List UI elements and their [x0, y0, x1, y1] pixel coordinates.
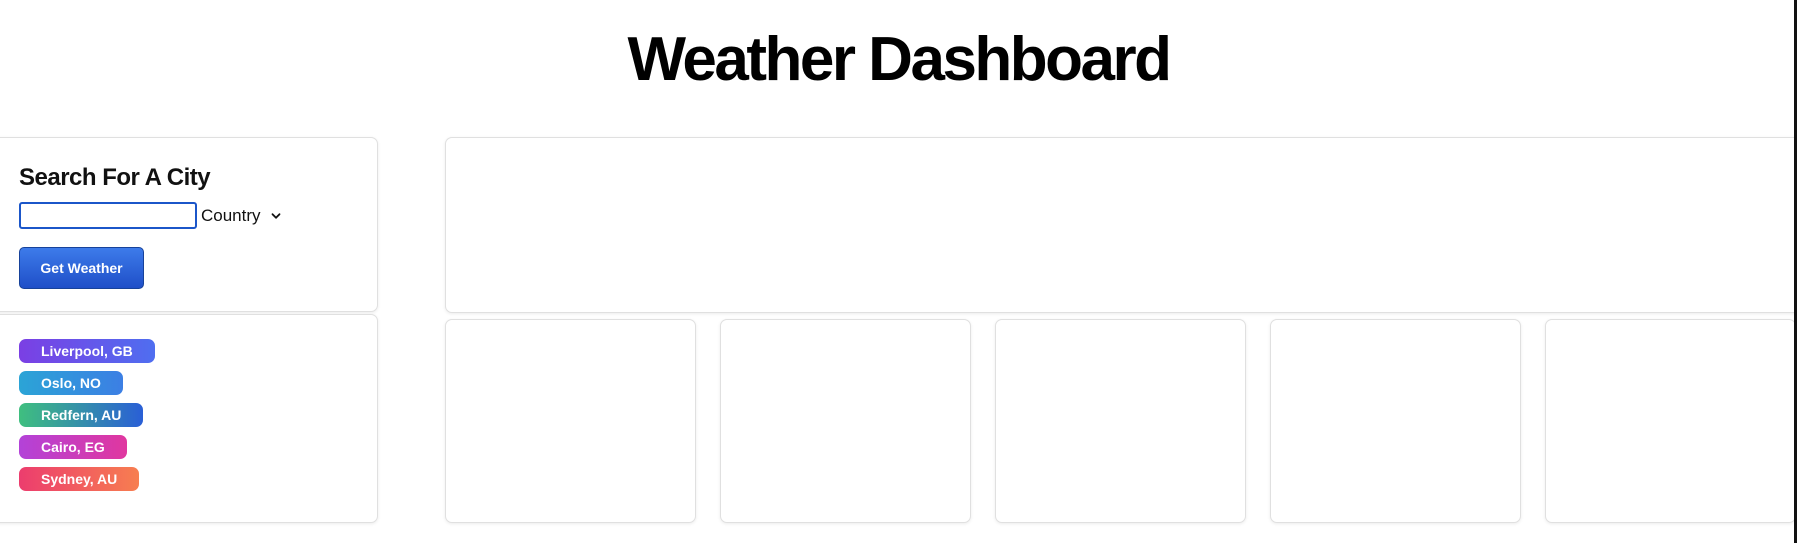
history-item-oslo[interactable]: Oslo, NO	[19, 371, 123, 395]
page-title: Weather Dashboard	[627, 25, 1172, 94]
history-item-cairo[interactable]: Cairo, EG	[19, 435, 127, 459]
city-search-input[interactable]	[19, 202, 197, 229]
forecast-card-5	[1545, 319, 1796, 523]
get-weather-button[interactable]: Get Weather	[19, 247, 144, 289]
weather-dashboard-page: Weather Dashboard Search For A City Coun…	[0, 0, 1797, 543]
history-item-redfern[interactable]: Redfern, AU	[19, 403, 144, 427]
forecast-card-4	[1270, 319, 1521, 523]
search-panel: Search For A City Country Get Weather	[0, 137, 378, 312]
forecast-card-2	[720, 319, 971, 523]
forecast-card-1	[445, 319, 696, 523]
current-weather-panel	[445, 137, 1797, 313]
search-history-panel: Liverpool, GB Oslo, NO Redfern, AU Cairo…	[0, 314, 378, 523]
search-history-list: Liverpool, GB Oslo, NO Redfern, AU Cairo…	[19, 339, 155, 499]
country-select[interactable]: Country	[201, 206, 282, 226]
country-select-label: Country	[201, 205, 261, 225]
search-row: Country	[19, 202, 282, 229]
forecast-card-3	[995, 319, 1246, 523]
history-item-sydney[interactable]: Sydney, AU	[19, 467, 140, 491]
chevron-down-icon	[271, 212, 280, 219]
search-heading: Search For A City	[19, 164, 211, 191]
history-item-liverpool[interactable]: Liverpool, GB	[19, 339, 155, 363]
